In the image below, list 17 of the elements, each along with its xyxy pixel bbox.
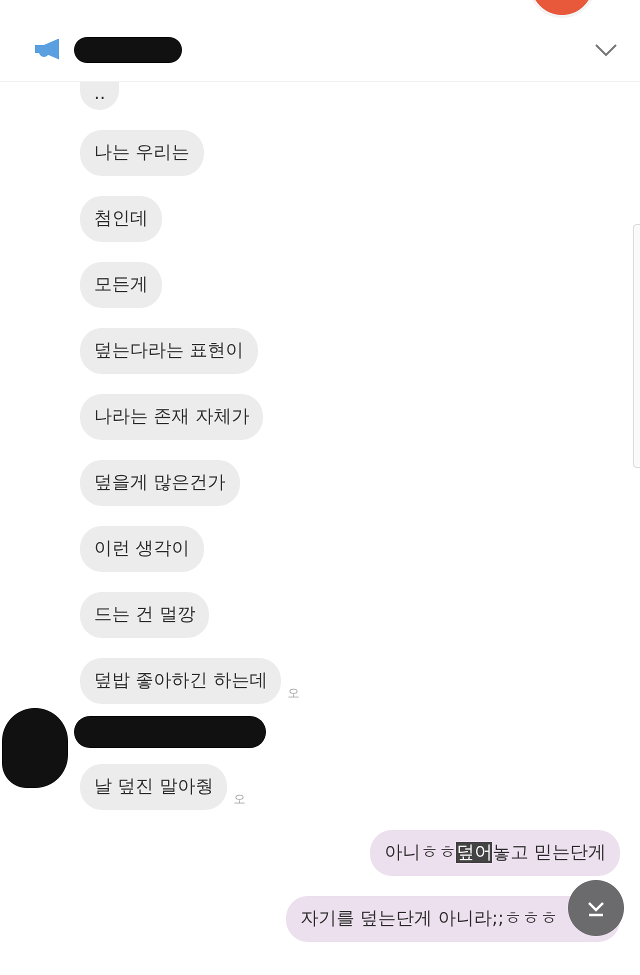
message-time: 오 — [287, 685, 300, 702]
message-bubble: 덮밥 좋아하긴 하는데 — [80, 658, 282, 704]
scrollbar[interactable] — [633, 224, 640, 468]
message-bubble: 덮는다라는 표현이 — [80, 328, 258, 374]
message-time: 오 — [233, 791, 246, 808]
message-bubble: 이런 생각이 — [80, 526, 204, 572]
chevron-down-icon[interactable] — [594, 42, 618, 56]
message-bubble: 아니ㅎㅎ 덮어놓고 믿는단게 — [370, 830, 620, 876]
message-bubble: .. — [80, 82, 120, 110]
message-bubble: 첨인데 — [80, 196, 162, 242]
message-bubble: 나라는 존재 자체가 — [80, 394, 264, 440]
message-bubble: 덮을게 많은건가 — [80, 460, 240, 506]
message-bubble: 날 덮진 말아줭 — [80, 764, 228, 810]
message-bubble: 나는 우리는 — [80, 130, 204, 176]
message-bubble: 모든게 — [80, 262, 162, 308]
megaphone-icon — [34, 38, 62, 60]
message-bubble: 드는 건 멀깡 — [80, 592, 210, 638]
